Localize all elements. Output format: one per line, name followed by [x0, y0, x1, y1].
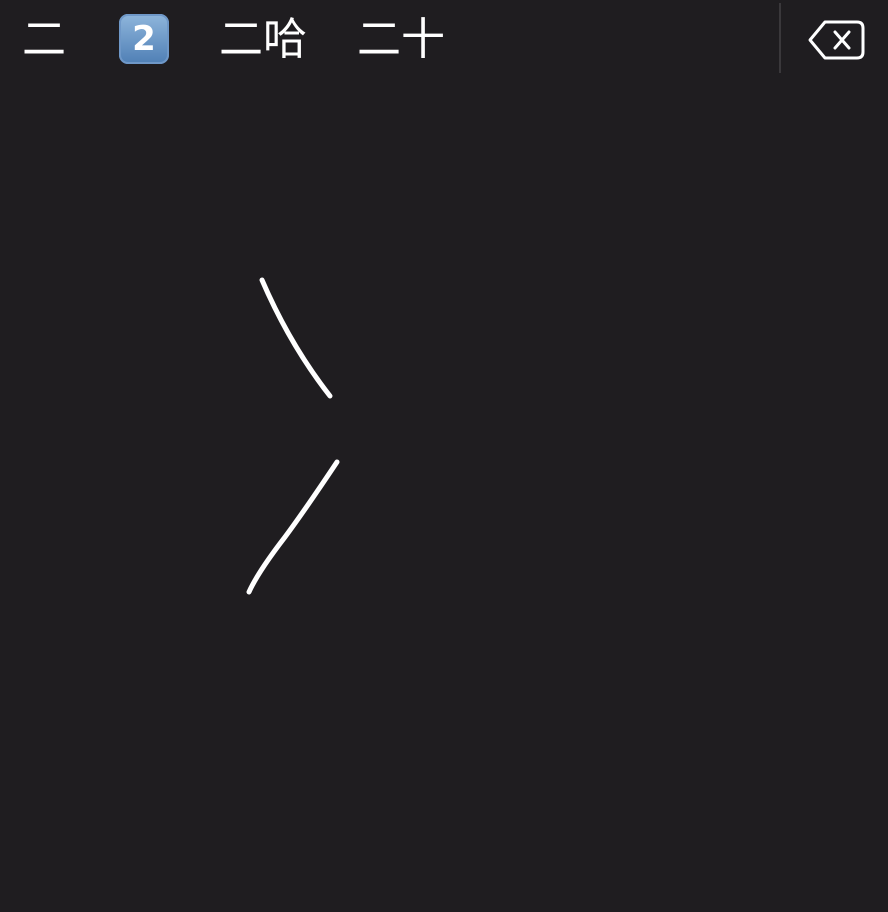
divider — [779, 3, 781, 73]
handwriting-stroke-2 — [246, 459, 340, 595]
handwriting-stroke-1 — [259, 277, 333, 399]
handwriting-canvas[interactable] — [0, 80, 888, 912]
candidate-bar: 二 2 二哈 二十 — [0, 0, 888, 80]
keycap-digit-label: 2 — [132, 19, 156, 59]
backspace-icon — [808, 20, 865, 60]
candidate-3[interactable]: 二哈 — [219, 12, 307, 68]
delete-button[interactable] — [806, 16, 866, 64]
candidate-1[interactable]: 二 — [22, 12, 66, 68]
candidate-4[interactable]: 二十 — [357, 12, 445, 68]
candidate-keycap-2[interactable]: 2 — [119, 14, 169, 64]
